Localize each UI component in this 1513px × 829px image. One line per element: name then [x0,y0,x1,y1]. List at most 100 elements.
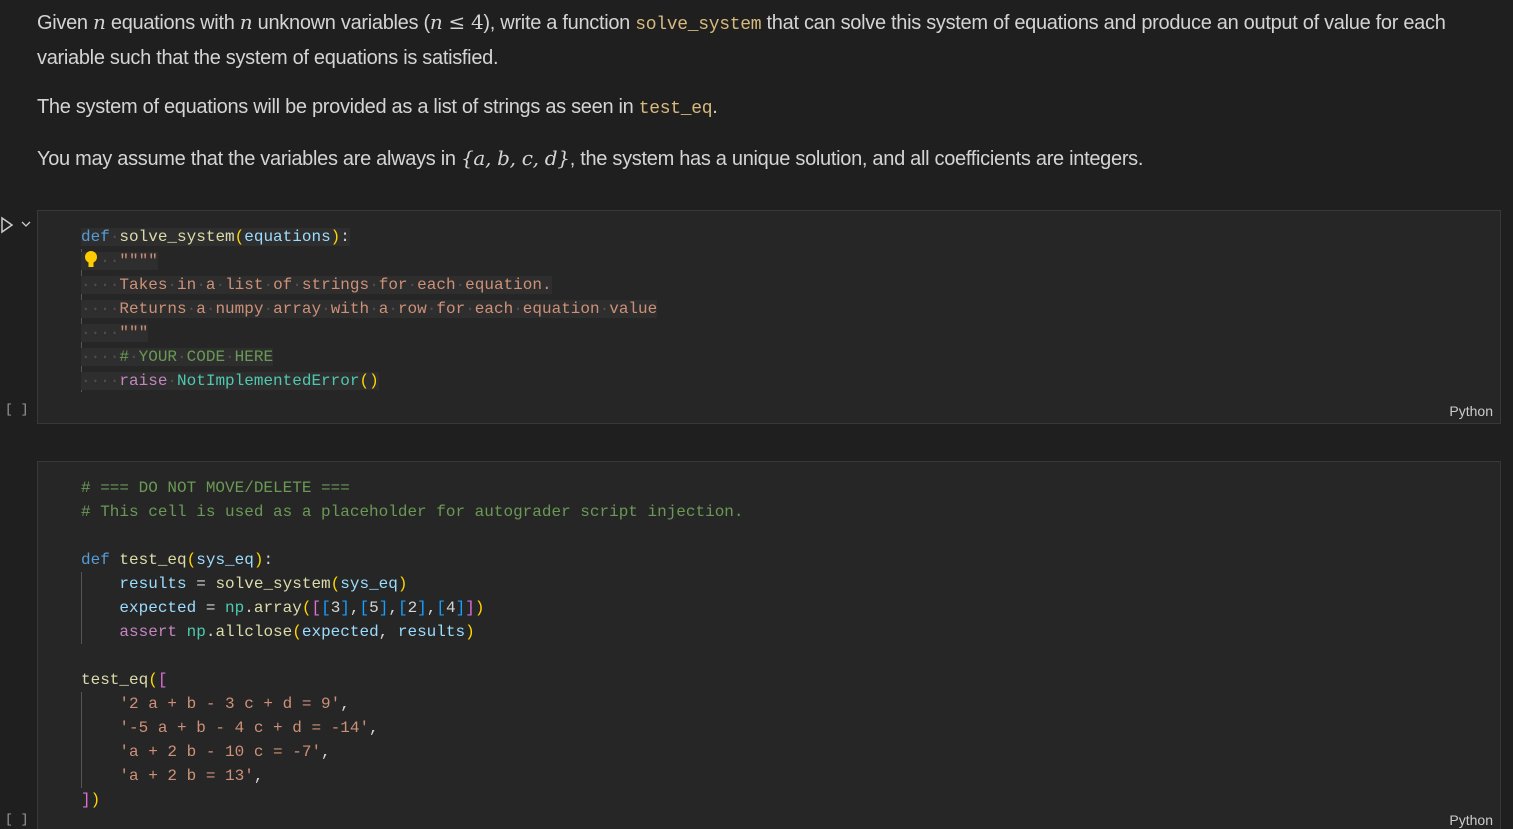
text: ), write a function [483,12,635,34]
code-token: equation. [465,276,551,294]
code-token: [ [321,599,331,617]
execution-count: [ ] [5,812,28,827]
text: unknown variables ( [252,12,429,34]
code-token [81,767,119,785]
run-cell-button[interactable] [0,216,34,239]
code-token: # [119,348,129,366]
code-token: ) [475,599,485,617]
input-format: The system of equations will be provided… [37,91,1507,126]
code-token: NotImplementedError [177,372,359,390]
code-token: · [206,300,216,318]
lightbulb-icon[interactable] [84,250,98,270]
code-token: . [206,623,216,641]
code-token: # This cell is used as a placeholder for… [81,503,744,521]
code-line: ····#·YOUR·CODE·HERE [81,345,657,369]
inline-code: solve_system [635,15,761,35]
code-token: . [244,599,254,617]
text: You may assume that the variables are al… [37,148,461,170]
code-token: ( [292,623,302,641]
execution-count: [ ] [5,402,28,417]
code-editor[interactable]: def·solve_system(equations): ··""""····T… [81,225,657,393]
code-token: ( [235,228,245,246]
text: . [712,96,717,118]
code-token: def [81,228,110,246]
code-token: each [417,276,455,294]
code-token: of [273,276,292,294]
code-token: 2 [408,599,418,617]
code-token: sys_eq [340,575,398,593]
code-token: , [254,767,264,785]
code-token: for [379,276,408,294]
code-cell-test-eq[interactable]: # === DO NOT MOVE/DELETE === # This cell … [37,461,1501,829]
code-token: · [388,300,398,318]
code-token: , [350,599,360,617]
code-token: ] [81,791,91,809]
code-line: ····Returns·a·numpy·array·with·a·row·for… [81,297,657,321]
code-token: · [110,228,120,246]
code-editor[interactable]: # === DO NOT MOVE/DELETE === # This cell … [81,476,744,812]
code-token: ···· [81,324,119,342]
code-cell-solve-system[interactable]: def·solve_system(equations): ··""""····T… [37,210,1501,424]
code-token: '2 a + b - 3 c + d = 9' [119,695,340,713]
code-line: # This cell is used as a placeholder for… [81,500,744,524]
code-line: test_eq([ [81,668,744,692]
code-line: ····raise·NotImplementedError() [81,369,657,393]
code-token: [ [311,599,321,617]
code-token: ) [331,228,341,246]
code-token: sys_eq [196,551,254,569]
code-token: raise [119,372,167,390]
code-token: ] [340,599,350,617]
code-token: · [196,276,206,294]
code-line: # === DO NOT MOVE/DELETE === [81,476,744,500]
play-icon[interactable] [0,216,34,234]
cell-language[interactable]: Python [1449,403,1493,419]
code-token: in [177,276,196,294]
code-token: ···· [81,372,119,390]
code-token: numpy [215,300,263,318]
code-token: · [408,276,418,294]
inline-code: test_eq [639,99,713,119]
code-token: , [379,623,398,641]
code-token: [ [158,671,168,689]
math-n: n [430,10,443,34]
code-token: with [331,300,369,318]
problem-statement: Given n equations with n unknown variabl… [37,6,1507,75]
code-token [81,695,119,713]
code-token: equations [244,228,330,246]
code-token: = [196,599,225,617]
code-token: np [225,599,244,617]
code-line: 'a + 2 b = 13', [81,764,744,788]
cell-language[interactable]: Python [1449,812,1493,828]
code-token: , [427,599,437,617]
code-token: · [215,276,225,294]
code-token: · [369,300,379,318]
code-token: · [167,276,177,294]
text: The system of equations will be provided… [37,96,639,118]
code-line: '-5 a + b - 4 c + d = -14', [81,716,744,740]
code-line [81,524,744,548]
math-le: ≤ 4 [442,10,483,34]
code-token: expected [302,623,379,641]
code-token: row [398,300,427,318]
code-line: assert np.allclose(expected, results) [81,620,744,644]
code-token: results [119,575,186,593]
code-token: · [177,348,187,366]
code-token: each [475,300,513,318]
math-set: {a, b, c, d} [461,146,570,170]
chevron-down-icon [22,222,30,226]
code-token: ( [148,671,158,689]
code-token [177,623,187,641]
code-token: equation [523,300,600,318]
code-token: # === DO NOT MOVE/DELETE === [81,479,350,497]
code-token: solve_system [119,228,234,246]
code-token: 5 [369,599,379,617]
code-token: [ [398,599,408,617]
code-token: HERE [235,348,273,366]
code-token: allclose [215,623,292,641]
code-token: ] [456,599,466,617]
code-line: expected = np.array([[3],[5],[2],[4]]) [81,596,744,620]
code-line: def test_eq(sys_eq): [81,548,744,572]
code-token: : [340,228,350,246]
code-token: ] [465,599,475,617]
code-line: def·solve_system(equations): [81,225,657,249]
